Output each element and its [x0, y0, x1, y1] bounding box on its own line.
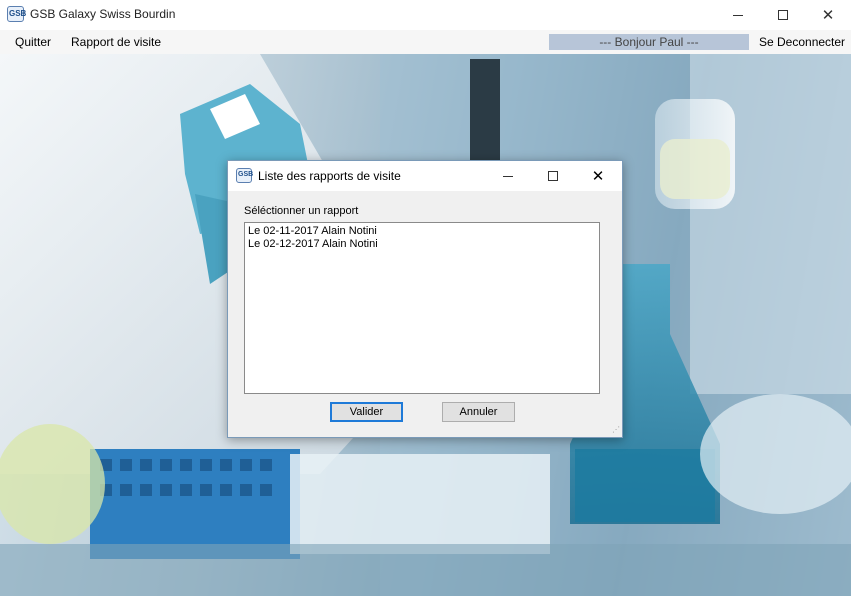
dialog-maximize-button[interactable] [530, 161, 576, 191]
validate-button[interactable]: Valider [330, 402, 403, 422]
minimize-icon [503, 175, 513, 177]
maximize-icon [548, 171, 558, 181]
resize-grip-icon[interactable]: ⋰ [610, 425, 620, 435]
main-titlebar: GSB GSB Galaxy Swiss Bourdin ✕ [0, 0, 851, 30]
menu-logout[interactable]: Se Deconnecter [759, 35, 845, 49]
greeting-label: --- Bonjour Paul --- [549, 34, 749, 50]
minimize-button[interactable] [715, 0, 761, 30]
reports-dialog: GSB Liste des rapports de visite ✕ Séléc… [227, 160, 623, 438]
maximize-icon [778, 10, 788, 20]
close-icon: ✕ [591, 167, 605, 185]
close-icon: ✕ [821, 6, 835, 24]
select-report-label: Séléctionner un rapport [244, 205, 359, 217]
menu-visit-report[interactable]: Rapport de visite [71, 35, 161, 49]
dialog-title: Liste des rapports de visite [258, 169, 401, 183]
minimize-icon [733, 14, 743, 16]
dialog-titlebar: GSB Liste des rapports de visite ✕ [228, 161, 622, 191]
maximize-button[interactable] [760, 0, 806, 30]
dialog-minimize-button[interactable] [485, 161, 531, 191]
reports-listbox[interactable]: Le 02-11-2017 Alain Notini Le 02-12-2017… [244, 222, 600, 394]
list-item[interactable]: Le 02-12-2017 Alain Notini [245, 238, 599, 251]
gsb-logo-icon: GSB [236, 168, 253, 183]
cancel-button[interactable]: Annuler [442, 402, 515, 422]
list-item[interactable]: Le 02-11-2017 Alain Notini [245, 225, 599, 238]
gsb-logo-icon: GSB [7, 6, 26, 22]
menu-bar: Quitter Rapport de visite --- Bonjour Pa… [0, 30, 851, 54]
window-title: GSB Galaxy Swiss Bourdin [30, 7, 176, 21]
close-button[interactable]: ✕ [805, 0, 851, 30]
menu-quit[interactable]: Quitter [15, 35, 51, 49]
dialog-close-button[interactable]: ✕ [575, 161, 621, 191]
